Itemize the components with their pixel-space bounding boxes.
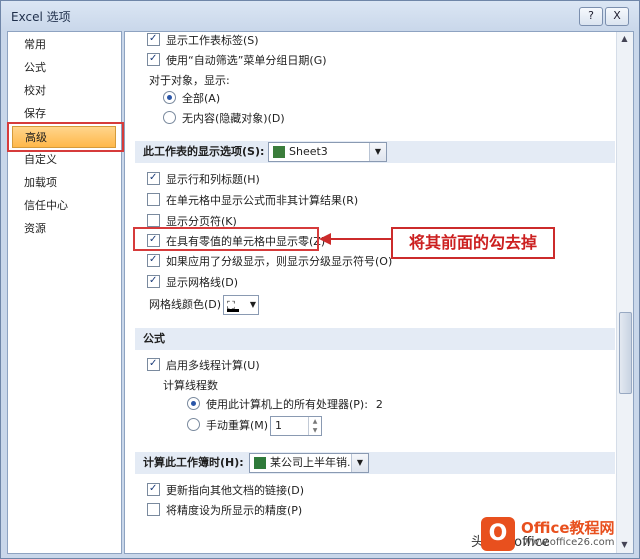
scroll-thumb[interactable] xyxy=(619,312,632,394)
checkbox[interactable] xyxy=(147,169,160,187)
sidebar-item-customize[interactable]: 自定义 xyxy=(12,149,116,171)
watermark: 头条 @office O Office教程网 www.office26.com xyxy=(471,513,636,557)
selected-value: 某公司上半年销... xyxy=(270,456,358,469)
paint-bucket-icon: ⛶ xyxy=(227,299,235,312)
office-logo-icon: O xyxy=(481,517,515,551)
options-dialog: Excel 选项 ? X 常用 公式 校对 保存 高级 自定义 加载项 信任中心… xyxy=(0,0,640,559)
gridline-color-picker[interactable]: ⛶ ▼ xyxy=(223,295,259,315)
sheet-option-row[interactable]: 在单元格中显示公式而非其计算结果(R) xyxy=(147,192,358,210)
multithread-row[interactable]: 启用多线程计算(U) xyxy=(147,355,260,375)
scroll-up-icon[interactable]: ▲ xyxy=(619,34,630,45)
section-title: 公式 xyxy=(143,332,165,345)
gridline-color-label: 网格线颜色(D) xyxy=(149,298,222,311)
precision-row[interactable]: 将精度设为所显示的精度(P) xyxy=(147,502,302,520)
radio[interactable] xyxy=(163,111,176,124)
thread-count-spinner[interactable]: 1 ▲ ▼ xyxy=(270,416,322,436)
spinner-value: 1 xyxy=(275,419,282,432)
processor-count: 2 xyxy=(375,398,383,411)
label: 在单元格中显示公式而非其计算结果(R) xyxy=(166,194,359,207)
workbook-section-header: 计算此工作簿时(H): xyxy=(135,452,615,474)
label: 使用“自动筛选”菜单分组日期(G) xyxy=(166,54,327,67)
sidebar-item-general[interactable]: 常用 xyxy=(12,34,116,56)
spinner-arrows-icon[interactable]: ▲ ▼ xyxy=(308,417,321,435)
section-title: 此工作表的显示选项(S): xyxy=(143,145,265,158)
option-highlight-box xyxy=(133,227,319,251)
selected-value: Sheet3 xyxy=(289,145,328,158)
vertical-scrollbar[interactable]: ▲ ▼ xyxy=(616,32,633,553)
radio[interactable] xyxy=(187,418,200,431)
sidebar-item-proofing[interactable]: 校对 xyxy=(12,80,116,102)
radio-none-row[interactable]: 无内容(隐藏对象)(D) xyxy=(163,110,285,128)
checkbox[interactable] xyxy=(147,214,160,227)
sidebar-item-addins[interactable]: 加载项 xyxy=(12,172,116,194)
close-button[interactable]: X xyxy=(605,7,629,26)
sheet-option-row[interactable]: 如果应用了分级显示，则显示分级显示符号(O) xyxy=(147,251,393,271)
sidebar-item-formulas[interactable]: 公式 xyxy=(12,57,116,79)
sidebar-item-trust-center[interactable]: 信任中心 xyxy=(12,195,116,217)
chevron-down-icon[interactable]: ▼ xyxy=(250,296,256,314)
checkbox[interactable] xyxy=(147,272,160,290)
label: 全部(A) xyxy=(182,92,221,105)
threads-label: 计算线程数 xyxy=(163,379,218,392)
label: 启用多线程计算(U) xyxy=(166,359,260,372)
all-processors-row[interactable]: 使用此计算机上的所有处理器(P): 2 xyxy=(187,396,383,414)
sheet-option-row[interactable]: 显示网格线(D) xyxy=(147,272,239,292)
workbook-select[interactable]: 某公司上半年销... ▼ xyxy=(249,453,369,473)
label: 手动重算(M) xyxy=(206,419,269,432)
checkbox[interactable] xyxy=(147,32,160,48)
section-title: 计算此工作簿时(H): xyxy=(143,456,244,469)
checkbox[interactable] xyxy=(147,503,160,516)
radio[interactable] xyxy=(187,397,200,410)
sidebar: 常用 公式 校对 保存 高级 自定义 加载项 信任中心 资源 xyxy=(7,31,122,554)
group-dates-row[interactable]: 使用“自动筛选”菜单分组日期(G) xyxy=(147,50,327,70)
checkbox[interactable] xyxy=(147,50,160,68)
sheet-select[interactable]: Sheet3 ▼ xyxy=(268,142,387,162)
objects-label: 对于对象，显示: xyxy=(149,74,230,87)
show-sheet-tabs-row[interactable]: 显示工作表标签(S) xyxy=(147,32,259,50)
manual-threads-row[interactable]: 手动重算(M) xyxy=(187,417,268,435)
sidebar-highlight-box xyxy=(7,122,124,152)
site-text: www.office26.com xyxy=(523,537,615,548)
label: 使用此计算机上的所有处理器(P): xyxy=(206,398,368,411)
label: 更新指向其他文档的链接(D) xyxy=(166,484,305,497)
annotation-callout: 将其前面的勾去掉 xyxy=(391,227,555,259)
arrow-icon xyxy=(319,233,391,245)
chevron-down-icon[interactable]: ▼ xyxy=(351,454,368,472)
checkbox[interactable] xyxy=(147,480,160,498)
sidebar-item-resources[interactable]: 资源 xyxy=(12,218,116,240)
radio[interactable] xyxy=(163,91,176,104)
label: 无内容(隐藏对象)(D) xyxy=(182,112,285,125)
help-button[interactable]: ? xyxy=(579,7,603,26)
sheet-icon xyxy=(273,146,285,158)
chevron-down-icon[interactable]: ▼ xyxy=(369,143,386,161)
window-title: Excel 选项 xyxy=(11,10,71,24)
excel-file-icon xyxy=(254,457,266,469)
sheet-option-row[interactable]: 显示行和列标题(H) xyxy=(147,169,260,189)
label: 将精度设为所显示的精度(P) xyxy=(166,504,303,517)
radio-all-row[interactable]: 全部(A) xyxy=(163,90,220,108)
label: 显示工作表标签(S) xyxy=(166,34,259,47)
checkbox[interactable] xyxy=(147,251,160,269)
advanced-settings-panel: 显示工作表标签(S) 使用“自动筛选”菜单分组日期(G) 对于对象，显示: 全部… xyxy=(124,31,634,554)
title-bar: Excel 选项 ? X xyxy=(1,1,639,29)
checkbox[interactable] xyxy=(147,193,160,206)
checkbox[interactable] xyxy=(147,355,160,373)
update-links-row[interactable]: 更新指向其他文档的链接(D) xyxy=(147,480,305,500)
brand-text: Office教程网 xyxy=(521,519,615,537)
formula-section-header: 公式 xyxy=(135,328,615,350)
label: 显示网格线(D) xyxy=(166,276,239,289)
label: 显示行和列标题(H) xyxy=(166,173,260,186)
label: 如果应用了分级显示，则显示分级显示符号(O) xyxy=(166,255,393,268)
color-swatch xyxy=(227,309,239,312)
